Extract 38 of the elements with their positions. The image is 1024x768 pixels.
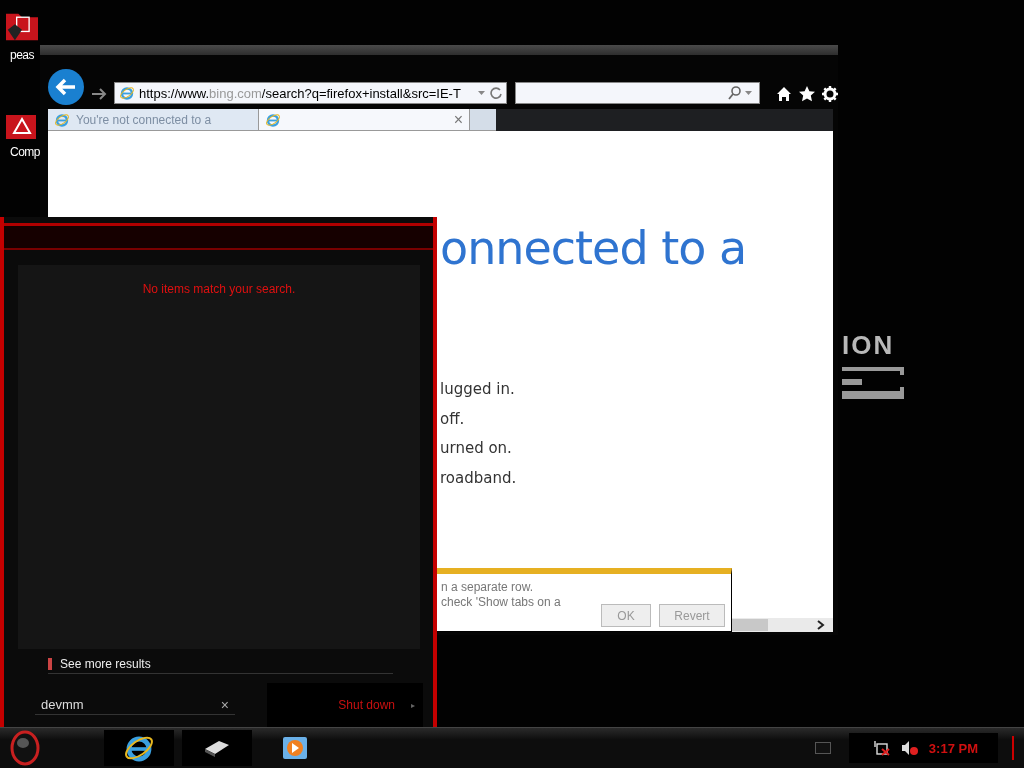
- page-text: off.: [440, 408, 466, 430]
- close-tab-button[interactable]: ×: [453, 110, 463, 129]
- browser-tab[interactable]: ×: [259, 109, 470, 131]
- settings-button[interactable]: [822, 83, 838, 105]
- dropdown-arrow-icon[interactable]: [478, 90, 486, 96]
- page-text: urned on.: [440, 438, 513, 459]
- media-player-icon: [281, 735, 309, 761]
- address-field[interactable]: https://www.bing.com/search?q=firefox+install&src=IE-T: [114, 82, 507, 104]
- shut-down-button[interactable]: Shut down ▸: [267, 683, 423, 727]
- show-desktop-button[interactable]: [814, 742, 831, 754]
- browser-icon: [265, 111, 281, 128]
- clear-button[interactable]: ×: [220, 696, 229, 713]
- no-results-message: No items match your search.: [142, 281, 296, 296]
- see-more-results-link[interactable]: See more results: [48, 655, 393, 674]
- desktop-icon-label[interactable]: Comp: [6, 145, 40, 159]
- page-text: lugged in.: [440, 379, 516, 400]
- result-marker-icon: [48, 658, 52, 671]
- clock[interactable]: 3:17 PM: [928, 740, 978, 756]
- horizontal-scrollbar[interactable]: [732, 618, 833, 632]
- browser-tab[interactable]: You're not connected to a: [48, 109, 259, 131]
- search-field[interactable]: [515, 82, 760, 104]
- back-button[interactable]: [48, 69, 84, 105]
- page-text: roadband.: [440, 467, 518, 489]
- network-icon[interactable]: [872, 740, 891, 756]
- notification-text: check 'Show tabs on a: [441, 595, 562, 610]
- taskbar-app-button[interactable]: [104, 730, 174, 766]
- desktop-icon-label[interactable]: peas: [6, 48, 35, 62]
- notification-text: n a separate row.: [441, 580, 535, 595]
- search-field[interactable]: devmm ×: [35, 695, 235, 715]
- browser-icon: [119, 85, 135, 101]
- taskbar-app-button[interactable]: [182, 730, 252, 766]
- volume-icon[interactable]: [900, 740, 919, 756]
- page-heading: onnected to a: [440, 221, 748, 275]
- wallpaper-logo-text: ION: [842, 330, 896, 361]
- warning-icon[interactable]: [6, 115, 36, 141]
- search-icon: [727, 86, 753, 100]
- refresh-icon[interactable]: [490, 87, 502, 99]
- browser-icon: [54, 111, 70, 128]
